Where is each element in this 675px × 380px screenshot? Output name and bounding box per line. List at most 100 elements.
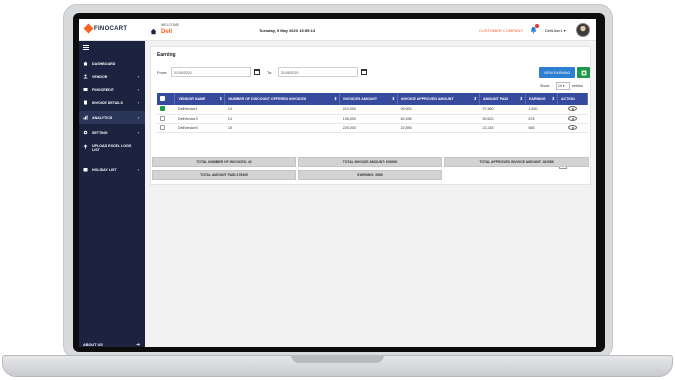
sort-icon: ⇕ (391, 96, 396, 101)
table-row[interactable]: DellVendor1 14 210,000 99,000 97,560 1,6… (157, 105, 588, 115)
invoice-count-cell: 13 (224, 114, 340, 124)
amount-paid-cell: 22,245 (479, 123, 526, 133)
approved-amount-cell: 22,895 (397, 123, 480, 133)
chevron-right-icon: › (137, 130, 139, 135)
excel-icon (581, 70, 586, 75)
select-all-header[interactable] (157, 93, 176, 105)
sidebar-item-label: HOLIDAY LIST (92, 167, 117, 172)
logout-arrow-icon[interactable]: ➜ (136, 342, 140, 347)
vendor-name-cell: DellVendor5 (174, 123, 225, 133)
to-date-input[interactable]: 31/05/2020 (278, 67, 358, 77)
export-excel-button[interactable] (577, 67, 590, 78)
from-label: From: (157, 70, 168, 75)
earning-cell: 878 (525, 114, 558, 124)
sidebar-item-dashboard[interactable]: DASHBOARD (79, 57, 145, 70)
company-name: CUSTOMER COMPANY (479, 28, 523, 33)
vendor-icon (83, 74, 88, 79)
row-select-cell[interactable] (157, 123, 175, 133)
avatar[interactable] (576, 23, 590, 37)
table-row[interactable]: DellVendor3 13 195,000 60,496 59,623 878 (157, 114, 588, 124)
page-title: Earning (157, 52, 176, 58)
sidebar-item-analytics[interactable]: ANALYTICS › (79, 111, 145, 124)
chevron-right-icon: › (137, 87, 139, 92)
sidebar-item-holiday-list[interactable]: HOLIDAY LIST › (79, 163, 145, 176)
eye-icon[interactable] (567, 124, 577, 130)
table-row[interactable]: DellVendor5 15 225,000 22,895 22,245 665 (157, 123, 588, 133)
summary-earning: EARNING: 3585 (298, 170, 442, 180)
sidebar-item-label: VENDOR (92, 74, 108, 79)
approved-amount-cell: 60,496 (397, 114, 480, 124)
column-header-label: ACTION (560, 97, 575, 101)
approved-amount-cell: 99,000 (397, 105, 480, 115)
entries-select-value: 10 (558, 84, 562, 88)
row-checkbox[interactable] (160, 106, 165, 112)
app-logo[interactable]: FINOCART (83, 23, 127, 34)
earning-cell: 1,620 (525, 105, 558, 115)
invoice-count-cell: 14 (224, 105, 340, 115)
account-menu[interactable]: DellUser1 ▾ (545, 28, 566, 33)
column-header-label: EARNING (528, 97, 546, 101)
sidebar-item-finocredit[interactable]: FINOCREDIT › (79, 83, 145, 96)
sidebar-item-label: INVOICE DETAILS (92, 100, 123, 105)
sidebar-item-label-line2: LIST (92, 148, 100, 152)
summary-total-invoices: TOTAL NUMBER OF INVOICES: 42 (152, 157, 296, 167)
column-header[interactable]: INVOICES AMOUNT ⇕ (339, 93, 399, 105)
sidebar-item-label: SETTING (92, 130, 108, 135)
eye-icon[interactable] (567, 115, 577, 121)
invoice-amount-cell: 195,000 (339, 114, 398, 124)
calendar-icon[interactable] (254, 69, 260, 75)
column-header[interactable]: EARNING ⇕ (525, 93, 558, 105)
sidebar-item-invoice-details[interactable]: INVOICE DETAILS › (79, 96, 145, 109)
sidebar-item-vendor[interactable]: VENDOR › (79, 70, 145, 83)
chevron-right-icon: › (137, 100, 139, 105)
sidebar-item-label: FINOCREDIT (92, 87, 114, 92)
sidebar-item-upload-excel-logs[interactable]: UPLOAD EXCEL LOGS LIST (79, 142, 145, 158)
sort-icon: ⇕ (219, 96, 223, 101)
home-icon[interactable] (150, 28, 157, 35)
current-datetime: Tuesday, 5 May 2020 15:55:13 (259, 28, 316, 33)
invoice-icon (84, 100, 87, 105)
sort-icon: ⇕ (519, 96, 523, 101)
column-header[interactable]: VENDOR NAME ⇕ (174, 93, 226, 105)
summary-total-approved-amount: TOTAL APPROVED INVOICE AMOUNT: 181986 (444, 157, 589, 167)
summary-total-amount-paid: TOTAL AMOUNT PAID:178409 (152, 170, 296, 180)
column-header[interactable]: NUMBER OF DISCOUNT OFFERED INVOICES ⇕ (224, 93, 341, 105)
sidebar-item-label: DASHBOARD (92, 61, 116, 66)
dashboard-icon (83, 61, 88, 66)
user-name: Dell (161, 29, 173, 35)
row-checkbox[interactable] (160, 115, 165, 121)
view-earning-button[interactable]: VIEW EARNING (539, 67, 575, 78)
column-header-label: INVOICE APPROVED AMOUNT (401, 97, 454, 101)
notification-badge (535, 24, 539, 28)
row-select-cell[interactable] (157, 114, 175, 124)
about-us-link[interactable]: ABOUT US (83, 343, 103, 347)
sidebar: DASHBOARD VENDOR › FINOCREDIT › INVOICE … (79, 41, 145, 347)
sidebar-item-setting[interactable]: SETTING › (79, 126, 145, 139)
calendar-icon[interactable] (361, 69, 367, 75)
finocredit-icon (83, 88, 88, 91)
eye-icon[interactable] (567, 106, 577, 112)
column-header[interactable]: INVOICE APPROVED AMOUNT ⇕ (397, 93, 481, 105)
column-header-label: INVOICES AMOUNT (343, 97, 378, 101)
calendar-icon (83, 168, 88, 172)
entries-select[interactable]: 10 ▾ (556, 82, 570, 90)
summary-total-invoice-amount: TOTAL INVOICE AMOUNT: 630000 (298, 157, 442, 167)
chevron-right-icon: › (137, 74, 139, 79)
column-header[interactable]: AMOUNT PAID ⇕ (479, 93, 526, 105)
column-header: ACTION (557, 93, 589, 105)
earning-table: VENDOR NAME ⇕ NUMBER OF DISCOUNT OFFERED … (157, 93, 589, 133)
from-date-input[interactable]: 01/05/2020 (171, 67, 251, 77)
select-all-checkbox[interactable] (160, 96, 165, 101)
row-select-cell[interactable] (157, 105, 175, 115)
column-header-label: AMOUNT PAID (483, 97, 509, 101)
laptop-notch (291, 355, 384, 363)
app-screen: FINOCART WELCOME Dell Tuesday, 5 May 202… (79, 19, 596, 347)
amount-paid-cell: 97,560 (479, 105, 526, 115)
upload-icon (83, 144, 88, 149)
vendor-name-cell: DellVendor3 (174, 114, 225, 124)
hamburger-icon[interactable] (83, 45, 89, 50)
row-checkbox[interactable] (160, 124, 165, 130)
amount-paid-cell: 59,623 (479, 114, 526, 124)
column-header-label: NUMBER OF DISCOUNT OFFERED INVOICES (228, 97, 307, 101)
sidebar-item-label: UPLOAD EXCEL LOGS LIST (92, 144, 131, 152)
